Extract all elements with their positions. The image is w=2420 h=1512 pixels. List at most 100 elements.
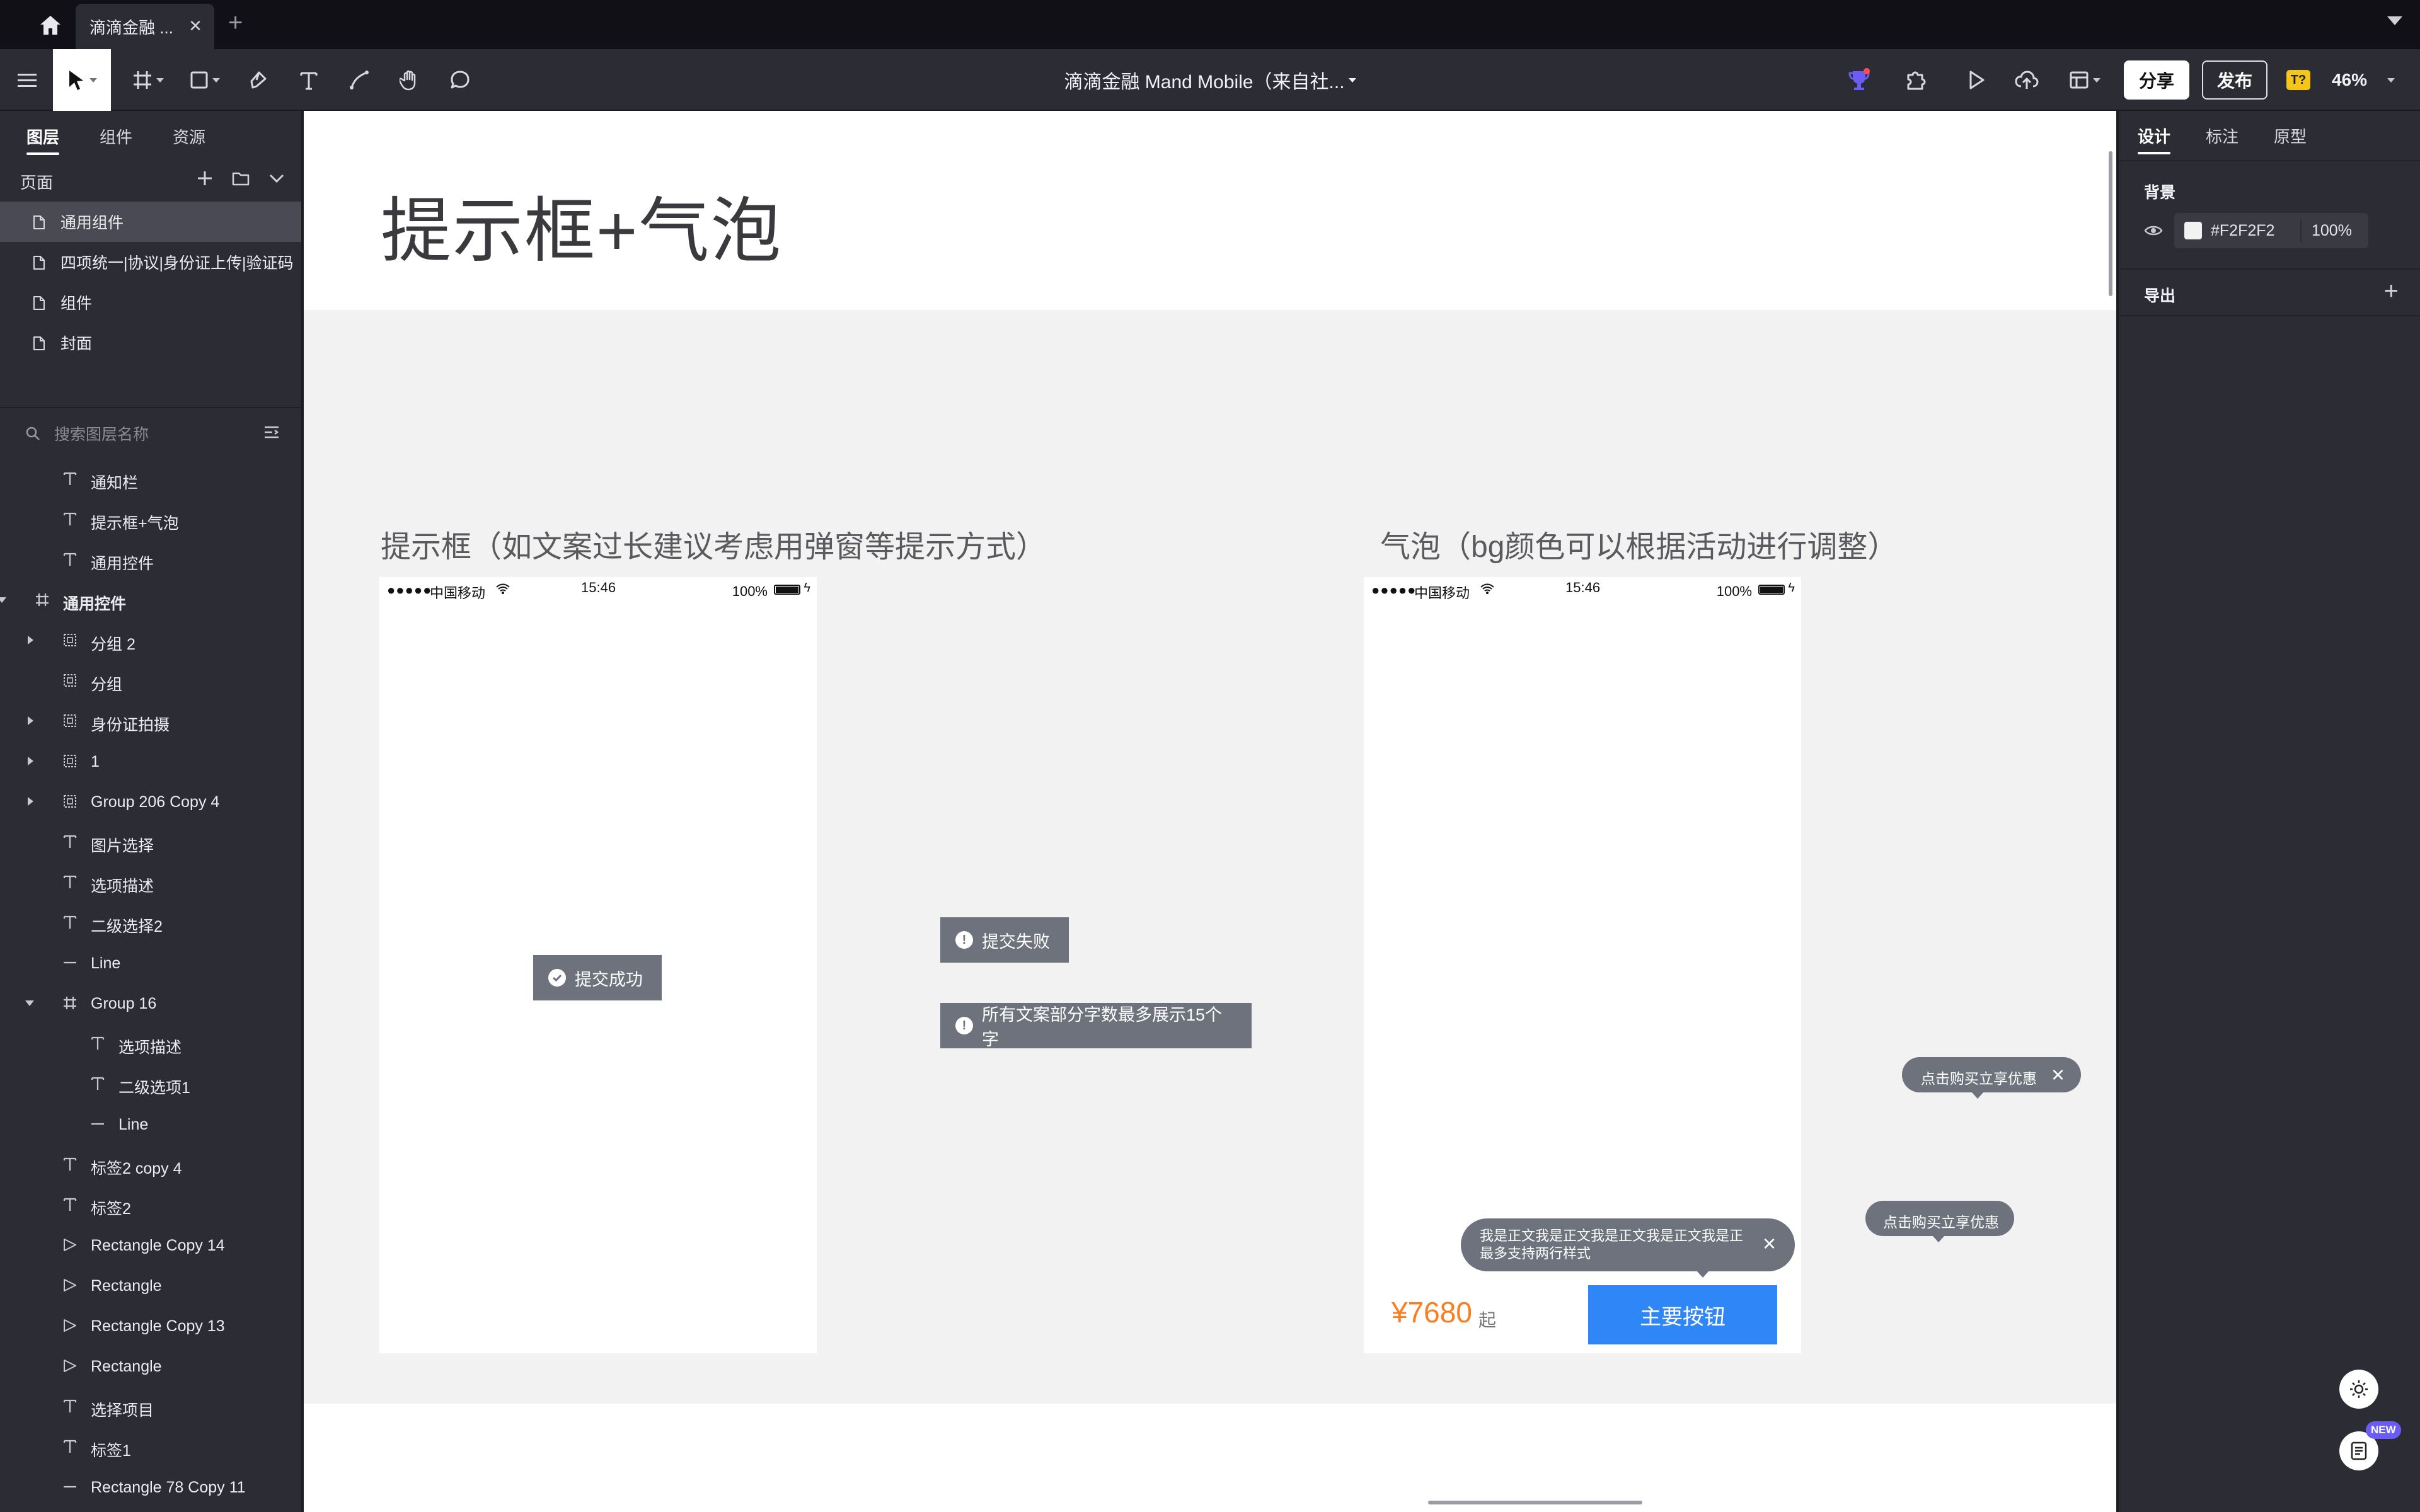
tab-annotate[interactable]: 标注 bbox=[2206, 110, 2238, 161]
layer-item[interactable]: 二级选项1 bbox=[0, 1063, 301, 1104]
page-item[interactable]: 封面 bbox=[0, 323, 301, 363]
toast-fail[interactable]: ! 提交失败 bbox=[940, 917, 1069, 963]
chevron-down-icon[interactable] bbox=[25, 1000, 34, 1006]
play-button[interactable] bbox=[1957, 49, 1995, 111]
text-tool[interactable] bbox=[290, 49, 328, 111]
canvas[interactable]: 提示框+气泡 提示框（如文案过长建议考虑用弹窗等提示方式） 气泡（bg颜色可以根… bbox=[304, 111, 2116, 1512]
layer-item[interactable]: Line bbox=[0, 942, 301, 983]
text-layer-icon bbox=[63, 875, 77, 888]
tab-design[interactable]: 设计 bbox=[2138, 110, 2171, 161]
layer-item-label: Group 16 bbox=[91, 995, 157, 1012]
bubble-simple[interactable]: 点击购买立享优惠 .bubble[data-name="bubble-simpl… bbox=[1865, 1201, 2014, 1242]
tab-close-icon[interactable]: × bbox=[189, 15, 202, 37]
collapse-pages-icon[interactable] bbox=[268, 173, 285, 183]
toast-success[interactable]: 提交成功 bbox=[533, 955, 662, 1000]
publish-button[interactable]: 发布 bbox=[2202, 60, 2267, 100]
color-swatch[interactable] bbox=[2184, 222, 2202, 239]
tab-menu-chevron-icon[interactable] bbox=[2387, 16, 2402, 25]
layer-item[interactable]: Rectangle Copy 14 bbox=[0, 1225, 301, 1265]
layer-item[interactable]: 1 bbox=[0, 741, 301, 781]
bubble-two-line[interactable]: 我是正文我是正文我是正文我是正文我是正 最多支持两行样式 × .bubble[d… bbox=[1461, 1218, 1795, 1278]
next-artboard[interactable] bbox=[304, 1404, 2116, 1512]
layer-item[interactable]: Rectangle bbox=[0, 1265, 301, 1305]
title-artboard[interactable]: 提示框+气泡 bbox=[304, 111, 2116, 310]
vertical-scrollbar[interactable] bbox=[2109, 151, 2112, 296]
primary-button[interactable]: 主要按钮 bbox=[1588, 1285, 1777, 1344]
tab-components[interactable]: 组件 bbox=[100, 111, 132, 161]
toast-long[interactable]: ! 所有文案部分字数最多展示15个字 bbox=[940, 1003, 1252, 1049]
tab-layers[interactable]: 图层 bbox=[26, 111, 60, 161]
comment-tool[interactable] bbox=[441, 49, 479, 111]
chevron-right-icon[interactable] bbox=[28, 797, 33, 806]
layer-item[interactable]: 选项描述 bbox=[0, 862, 301, 902]
layer-item[interactable]: Rectangle Copy 13 bbox=[0, 1305, 301, 1346]
layer-item[interactable]: 分组 bbox=[0, 660, 301, 701]
frame-tool[interactable] bbox=[126, 49, 170, 111]
font-missing-badge[interactable]: T? bbox=[2286, 70, 2310, 90]
layer-item[interactable]: 分组 2 bbox=[0, 620, 301, 660]
add-export-icon[interactable]: + bbox=[2384, 277, 2399, 306]
layer-item[interactable]: 通用控件 bbox=[0, 539, 301, 580]
page-item[interactable]: 通用组件 bbox=[0, 202, 301, 242]
home-button[interactable] bbox=[30, 9, 71, 42]
search-input[interactable]: 搜索图层名称 bbox=[54, 422, 149, 445]
vector-icon bbox=[350, 71, 369, 89]
bubble-with-close[interactable]: 点击购买立享优惠 × .bubble[data-name="bubble-wit… bbox=[1902, 1057, 2081, 1099]
layer-item[interactable]: 标签2 copy 4 bbox=[0, 1144, 301, 1184]
eye-icon[interactable] bbox=[2144, 223, 2163, 238]
layer-item[interactable]: Line bbox=[0, 1104, 301, 1144]
close-icon[interactable]: × bbox=[2051, 1063, 2065, 1086]
layer-item[interactable]: 提示框+气泡 bbox=[0, 499, 301, 539]
layer-item[interactable]: 通知栏 bbox=[0, 459, 301, 499]
zoom-dropdown[interactable]: 46% bbox=[2332, 49, 2395, 111]
layer-item[interactable]: 二级选择2 bbox=[0, 902, 301, 942]
pen-tool[interactable] bbox=[239, 49, 277, 111]
tab-prototype[interactable]: 原型 bbox=[2274, 110, 2307, 161]
plugin-button[interactable] bbox=[1897, 49, 1935, 111]
layer-item[interactable]: Group 16 bbox=[0, 983, 301, 1023]
main-artboard[interactable]: 提示框（如文案过长建议考虑用弹窗等提示方式） 气泡（bg颜色可以根据活动进行调整… bbox=[304, 310, 2116, 1404]
chevron-right-icon[interactable] bbox=[28, 716, 33, 725]
theme-toggle-button[interactable] bbox=[2339, 1370, 2378, 1409]
layer-type-icon bbox=[62, 1237, 78, 1253]
tab-assets[interactable]: 资源 bbox=[173, 111, 205, 161]
chevron-right-icon[interactable] bbox=[28, 757, 33, 765]
layer-item[interactable]: Rectangle bbox=[0, 1346, 301, 1386]
document-tab[interactable]: 滴滴金融 ... × bbox=[76, 4, 214, 49]
share-button[interactable]: 分享 bbox=[2124, 60, 2189, 100]
layer-search[interactable]: 搜索图层名称 bbox=[0, 408, 301, 459]
main-menu-button[interactable] bbox=[11, 49, 43, 111]
layer-item[interactable]: 标签2 bbox=[0, 1184, 301, 1225]
layer-item[interactable]: 标签1 bbox=[0, 1426, 301, 1467]
background-hex[interactable]: #F2F2F2 bbox=[2211, 222, 2274, 240]
layer-item[interactable]: Rectangle 78 Copy 11 bbox=[0, 1467, 301, 1507]
background-opacity[interactable]: 100% bbox=[2312, 222, 2352, 240]
close-icon[interactable]: × bbox=[1763, 1232, 1776, 1255]
hand-tool[interactable] bbox=[391, 49, 429, 111]
layer-item[interactable]: Group 206 Copy 4 bbox=[0, 781, 301, 822]
layer-item[interactable]: 身份证拍摄 bbox=[0, 701, 301, 741]
folder-icon[interactable] bbox=[232, 171, 250, 186]
layer-item[interactable]: 选项描述 bbox=[0, 1023, 301, 1063]
select-tool[interactable] bbox=[53, 49, 111, 111]
check-circle-icon bbox=[548, 969, 566, 987]
page-item[interactable]: 四项统一|协议|身份证上传|验证码 bbox=[0, 242, 301, 282]
page-item[interactable]: 组件 bbox=[0, 282, 301, 323]
layout-button[interactable] bbox=[2061, 49, 2109, 111]
add-page-icon[interactable] bbox=[197, 170, 213, 186]
filter-icon[interactable] bbox=[263, 425, 280, 440]
layer-item[interactable]: 图片选择 bbox=[0, 822, 301, 862]
chevron-right-icon[interactable] bbox=[28, 636, 33, 644]
horizontal-scrollbar[interactable] bbox=[1428, 1501, 1642, 1504]
upload-button[interactable] bbox=[2008, 49, 2046, 111]
new-tab-button[interactable]: + bbox=[228, 9, 243, 37]
phone-mockup-toast[interactable]: ●●●●● 中国移动 15:46 100% ϟ 提交成功 bbox=[379, 577, 817, 1353]
vector-tool[interactable] bbox=[340, 49, 378, 111]
trophy-button[interactable] bbox=[1840, 49, 1878, 111]
layer-item[interactable]: 通用控件 bbox=[0, 580, 301, 620]
layer-item[interactable]: 选择项目 bbox=[0, 1386, 301, 1426]
background-color-field[interactable]: #F2F2F2 100% bbox=[2174, 213, 2368, 248]
chevron-down-icon[interactable] bbox=[0, 597, 6, 603]
shape-tool[interactable] bbox=[183, 49, 227, 111]
document-title[interactable]: 滴滴金融 Mand Mobile（来自社... bbox=[1008, 49, 1412, 111]
